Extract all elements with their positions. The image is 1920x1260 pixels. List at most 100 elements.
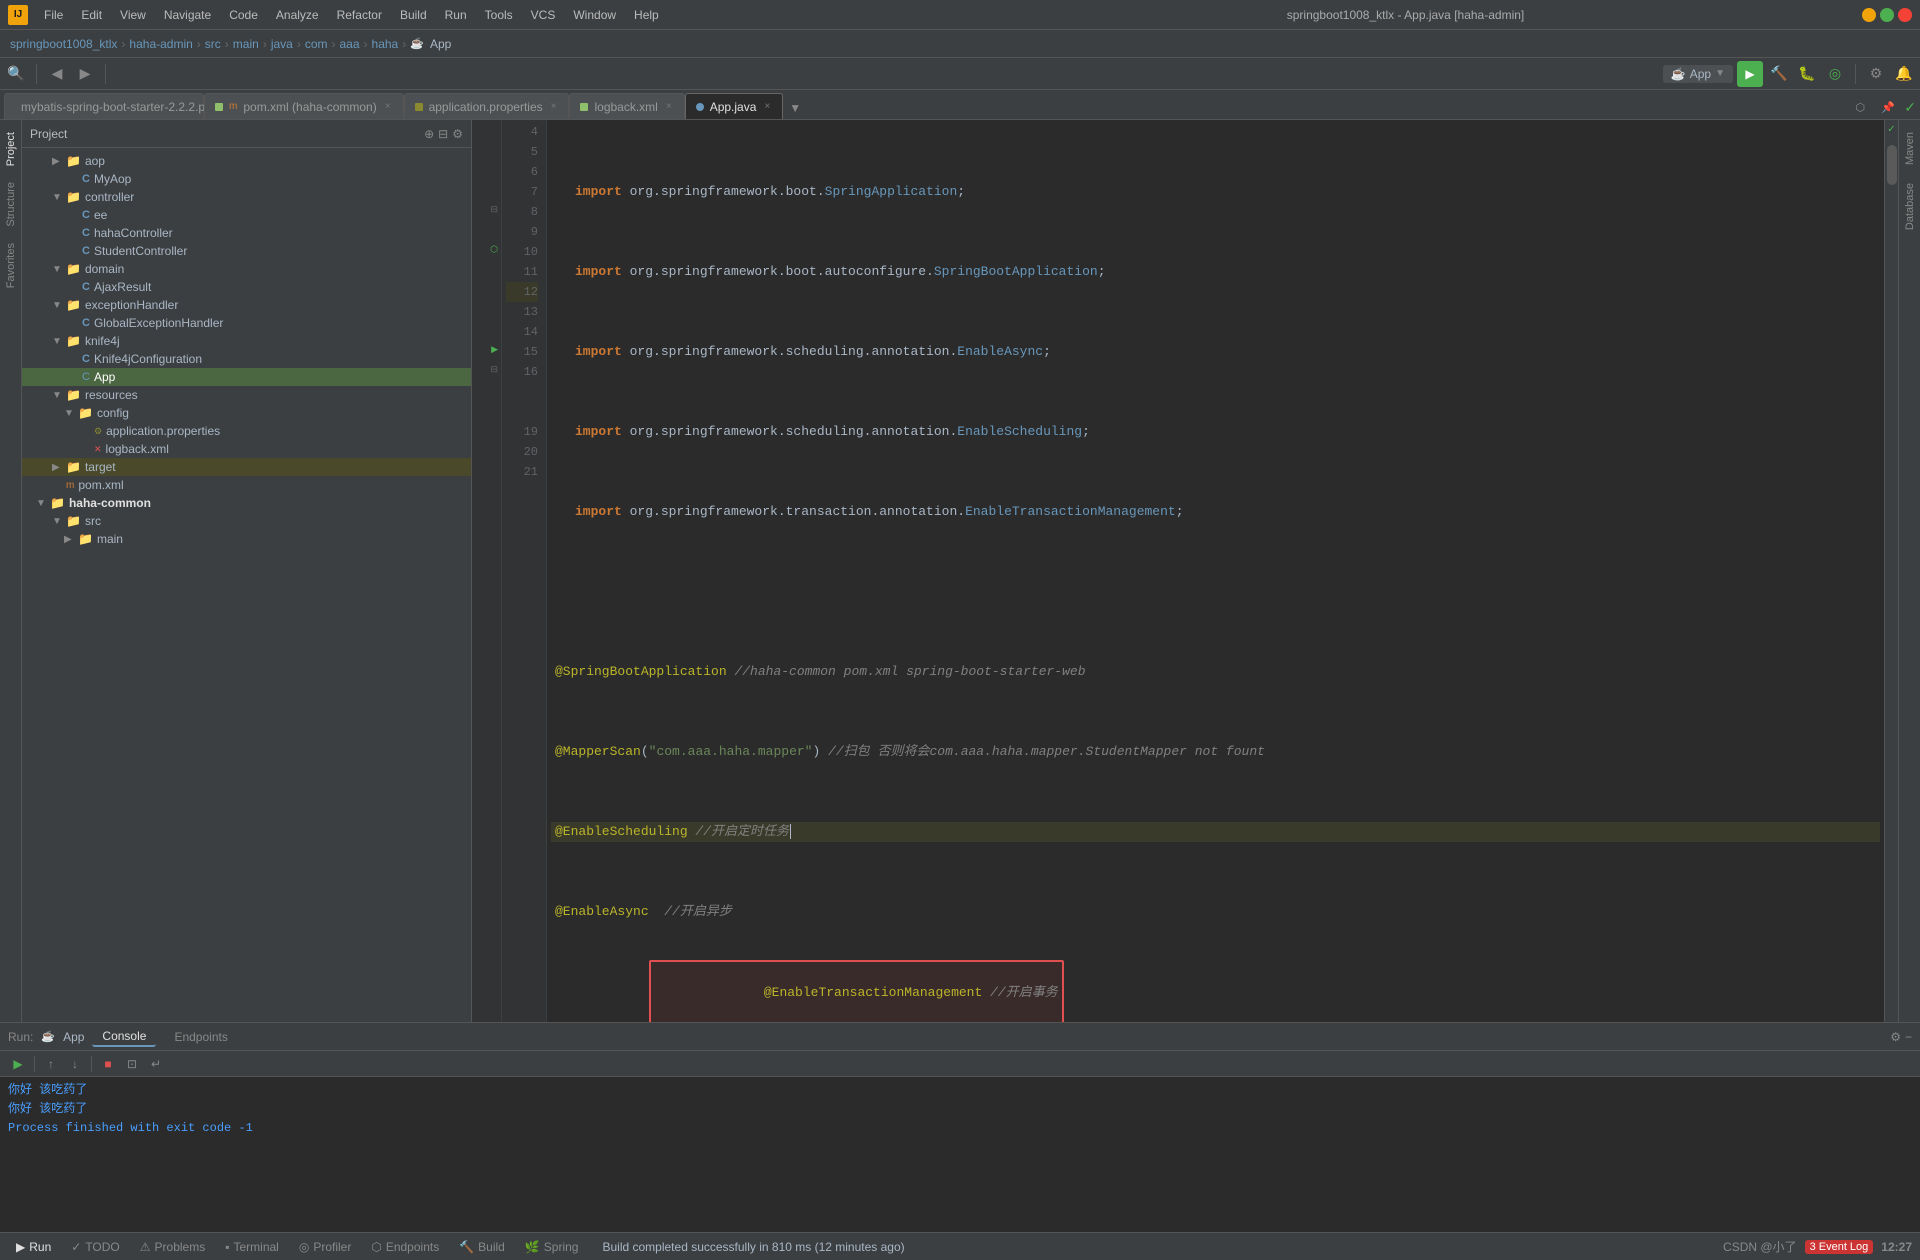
code-lines[interactable]: import org.springframework.boot.SpringAp…: [547, 120, 1884, 1022]
menu-refactor[interactable]: Refactor: [329, 6, 390, 24]
bc-java[interactable]: java: [271, 37, 293, 51]
status-tab-run[interactable]: ▶ Run: [8, 1238, 59, 1256]
menu-vcs[interactable]: VCS: [523, 6, 564, 24]
stop-button[interactable]: ■: [98, 1054, 118, 1074]
tree-item-aop[interactable]: ▶ 📁 aop: [22, 152, 471, 170]
debug-button[interactable]: 🐛: [1795, 62, 1819, 86]
bc-module[interactable]: haha-admin: [129, 37, 192, 51]
tree-item-controller[interactable]: ▼ 📁 controller: [22, 188, 471, 206]
tree-item-main[interactable]: ▶ 📁 main: [22, 530, 471, 548]
tree-item-myaop[interactable]: C MyAop: [22, 170, 471, 188]
notifications-button[interactable]: 🔔: [1892, 62, 1916, 86]
status-tab-todo[interactable]: ✓ TODO: [63, 1238, 128, 1256]
tree-item-config[interactable]: ▼ 📁 config: [22, 404, 471, 422]
tree-item-app[interactable]: C App: [22, 368, 471, 386]
gutter-16-fold[interactable]: ⊟: [472, 360, 501, 380]
tree-item-knife4jconfig[interactable]: C Knife4jConfiguration: [22, 350, 471, 368]
wrap-button[interactable]: ↵: [146, 1054, 166, 1074]
run-close-icon[interactable]: −: [1905, 1030, 1912, 1044]
tree-item-resources[interactable]: ▼ 📁 resources: [22, 386, 471, 404]
bc-com[interactable]: com: [305, 37, 328, 51]
coverage-button[interactable]: ◎: [1823, 62, 1847, 86]
status-tab-spring[interactable]: 🌿 Spring: [517, 1238, 587, 1256]
status-tab-problems[interactable]: ⚠ Problems: [132, 1238, 213, 1256]
editor-expand-button[interactable]: ⬡: [1848, 95, 1872, 119]
run-tab-console[interactable]: Console: [92, 1027, 156, 1047]
tree-item-knife4j[interactable]: ▼ 📁 knife4j: [22, 332, 471, 350]
restart-button[interactable]: ▶: [8, 1054, 28, 1074]
menu-view[interactable]: View: [112, 6, 154, 24]
tree-item-exceptionhandler[interactable]: ▼ 📁 exceptionHandler: [22, 296, 471, 314]
scroll-up-button[interactable]: ↑: [41, 1054, 61, 1074]
navigate-back-button[interactable]: ◀: [45, 62, 69, 86]
tab-mybatis[interactable]: mybatis-spring-boot-starter-2.2.2.pom ×: [4, 93, 204, 119]
error-count-badge[interactable]: 3 Event Log: [1805, 1240, 1874, 1254]
run-button[interactable]: ▶: [1737, 61, 1763, 87]
scrollbar-thumb[interactable]: [1887, 145, 1897, 185]
tree-item-target[interactable]: ▶ 📁 target: [22, 458, 471, 476]
status-tab-endpoints[interactable]: ⬡ Endpoints: [363, 1238, 447, 1256]
tree-item-ajaxresult[interactable]: C AjaxResult: [22, 278, 471, 296]
settings-button[interactable]: ⚙: [1864, 62, 1888, 86]
tree-item-haha-common[interactable]: ▼ 📁 haha-common: [22, 494, 471, 512]
scroll-down-button[interactable]: ↓: [65, 1054, 85, 1074]
tree-item-globalexceptionhandler[interactable]: C GlobalExceptionHandler: [22, 314, 471, 332]
run-config-selector[interactable]: ☕ App ▼: [1663, 65, 1733, 83]
editor-scrollbar[interactable]: ✓: [1884, 120, 1898, 1022]
vtab-maven[interactable]: Maven: [1901, 124, 1919, 173]
maximize-button[interactable]: [1880, 8, 1894, 22]
menu-analyze[interactable]: Analyze: [268, 6, 327, 24]
menu-navigate[interactable]: Navigate: [156, 6, 219, 24]
status-tab-profiler[interactable]: ◎ Profiler: [291, 1238, 360, 1256]
navigate-forward-button[interactable]: ▶: [73, 62, 97, 86]
vtab-favorites[interactable]: Favorites: [1, 235, 21, 296]
bc-main[interactable]: main: [233, 37, 259, 51]
vtab-structure[interactable]: Structure: [1, 174, 21, 235]
tree-item-appprops[interactable]: ⚙ application.properties: [22, 422, 471, 440]
run-tab-endpoints[interactable]: Endpoints: [164, 1028, 237, 1046]
bc-project[interactable]: springboot1008_ktlx: [10, 37, 117, 51]
editor-pin-button[interactable]: 📌: [1876, 95, 1900, 119]
tree-item-domain[interactable]: ▼ 📁 domain: [22, 260, 471, 278]
menu-code[interactable]: Code: [221, 6, 266, 24]
tree-item-ee[interactable]: C ee: [22, 206, 471, 224]
clear-button[interactable]: ⊡: [122, 1054, 142, 1074]
menu-file[interactable]: File: [36, 6, 71, 24]
vtab-project[interactable]: Project: [1, 124, 21, 174]
sidebar-scope-button[interactable]: ⊕: [424, 127, 434, 141]
sidebar-settings-button[interactable]: ⚙: [452, 127, 463, 141]
tree-item-pomxml[interactable]: m pom.xml: [22, 476, 471, 494]
tab-appprops[interactable]: application.properties ×: [404, 93, 570, 119]
tree-item-studentcontroller[interactable]: C StudentController: [22, 242, 471, 260]
menu-help[interactable]: Help: [626, 6, 667, 24]
minimize-button[interactable]: [1862, 8, 1876, 22]
bc-src[interactable]: src: [205, 37, 221, 51]
run-settings-icon[interactable]: ⚙: [1890, 1030, 1901, 1044]
search-everywhere-button[interactable]: 🔍: [4, 62, 28, 86]
sidebar-collapse-button[interactable]: ⊟: [438, 127, 448, 141]
more-tabs-button[interactable]: ▼: [785, 97, 805, 119]
status-tab-build[interactable]: 🔨 Build: [451, 1238, 513, 1256]
vtab-database[interactable]: Database: [1901, 175, 1919, 238]
close-button[interactable]: [1898, 8, 1912, 22]
tree-item-logback[interactable]: ✕ logback.xml: [22, 440, 471, 458]
menu-build[interactable]: Build: [392, 6, 435, 24]
tree-item-hahacontroller[interactable]: C hahaController: [22, 224, 471, 242]
tab-pom-close[interactable]: ×: [383, 100, 393, 113]
menu-tools[interactable]: Tools: [477, 6, 521, 24]
tab-logback[interactable]: logback.xml ×: [569, 93, 684, 119]
bc-aaa[interactable]: aaa: [340, 37, 360, 51]
tab-prop-close[interactable]: ×: [549, 100, 559, 113]
tab-app-java[interactable]: App.java ×: [685, 93, 784, 119]
gutter-15-run[interactable]: ▶: [472, 340, 501, 360]
bc-haha[interactable]: haha: [372, 37, 399, 51]
editor-content[interactable]: ⊟ ⬡ ▶ ⊟ 4 5 6 7: [472, 120, 1884, 1022]
tree-item-src[interactable]: ▼ 📁 src: [22, 512, 471, 530]
menu-window[interactable]: Window: [565, 6, 624, 24]
gutter-8-fold[interactable]: ⊟: [472, 200, 501, 220]
tab-logback-close[interactable]: ×: [664, 100, 674, 113]
build-button[interactable]: 🔨: [1767, 62, 1791, 86]
tab-java-close[interactable]: ×: [762, 100, 772, 113]
tab-pom-common[interactable]: m pom.xml (haha-common) ×: [204, 93, 404, 119]
status-tab-terminal[interactable]: ▪ Terminal: [217, 1238, 287, 1256]
